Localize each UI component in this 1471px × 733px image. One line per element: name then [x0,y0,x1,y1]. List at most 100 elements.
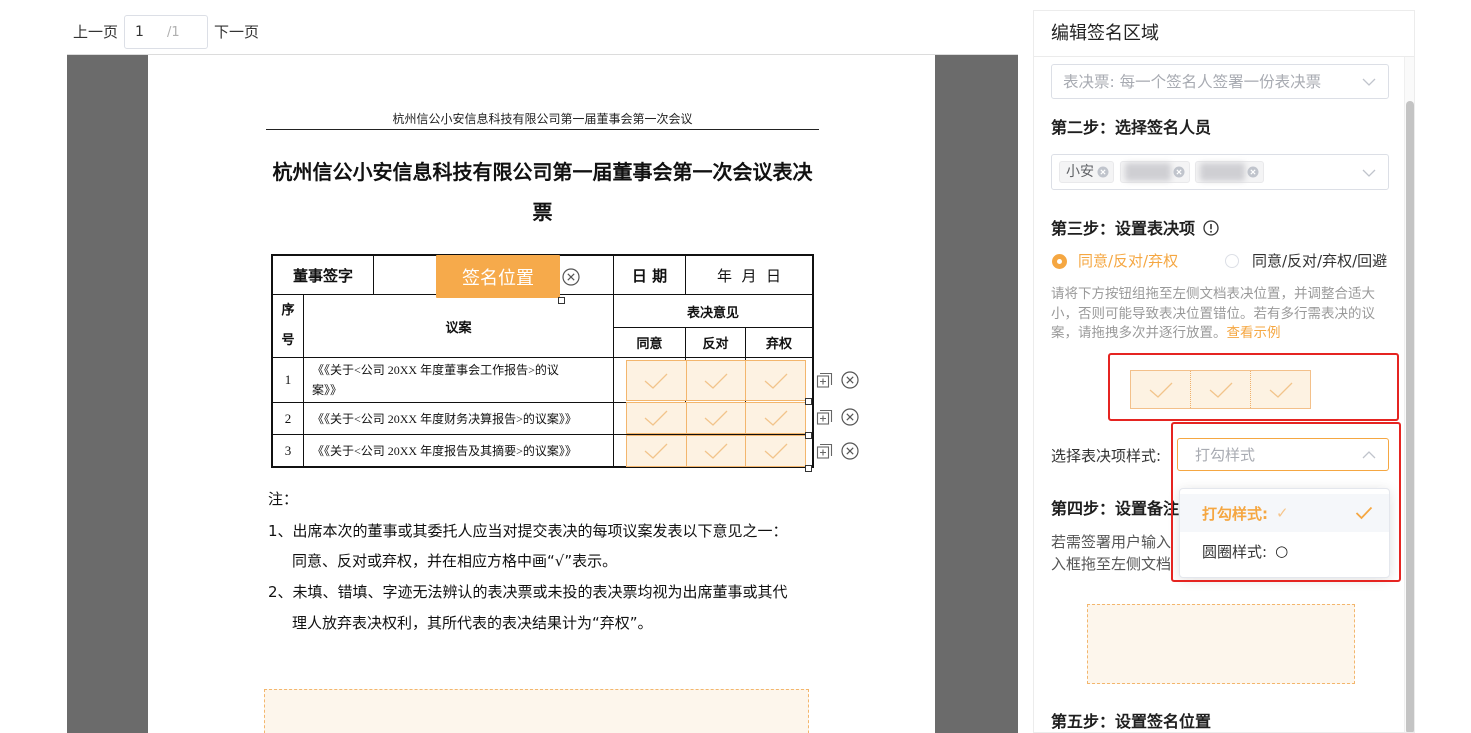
signer-tag-redacted [1120,161,1190,183]
abstain-header: 弃权 [765,337,792,352]
chevron-up-icon [1362,451,1376,459]
resize-handle[interactable] [805,432,812,439]
panel-title: 编辑签名区域 [1051,23,1159,44]
check-icon [704,410,728,426]
header-rule [266,129,819,130]
redacted-name [1125,163,1171,181]
vote-check-group[interactable] [626,402,806,434]
check-icon [644,373,668,389]
check-icon [644,443,668,459]
vote-style-select[interactable]: 打勾样式 [1177,438,1389,471]
style-option-symbol: ○ [1275,542,1289,560]
signature-position-box[interactable]: 签名位置 [436,255,560,298]
note-line: 理人放弃表决权利，其所代表的表决结果计为“弃权”。 [292,614,653,632]
row-number: 3 [284,442,292,458]
vote-style-placeholder: 打勾样式 [1195,446,1256,464]
date-value-cell: 年 月 日 [686,256,812,295]
step4-title: 第四步：设置备注 [1051,499,1180,518]
copy-add-icon[interactable] [816,372,833,393]
check-cell [1131,371,1191,408]
proposal-text: 《《关于<公司 20XX 年度报告及其摘要>的议案》》 [312,443,577,458]
check-icon [704,373,728,389]
proposal-text: 案》》 [312,383,343,397]
note-line: 同意、反对或弃权，并在相应方格中画“√”表示。 [292,552,618,570]
check-icon [644,410,668,426]
opinion-header: 表决意见 [686,305,739,321]
close-circle-icon[interactable] [841,442,859,464]
copy-add-icon[interactable] [816,443,833,464]
signature-position-label: 签名位置 [462,267,534,289]
style-option-check[interactable]: 打勾样式: ✓ [1180,494,1389,532]
signature-label: 董事签字 [292,266,353,285]
style-option-label: 打勾样式: [1202,504,1268,523]
resize-handle[interactable] [558,297,565,304]
remark-drag-box[interactable] [1087,604,1355,684]
edit-signature-panel: 编辑签名区域 表决票: 每一个签名人签署一份表决票 第二步：选择签名人员 小安 … [1033,10,1415,733]
note-line: 2、未填、错填、字迹无法辨认的表决票或未投的表决票均视为出席董事或其代 [268,583,788,601]
tag-close-icon[interactable] [1247,166,1259,178]
seq-header-char: 序 [281,303,295,318]
radio-selected[interactable] [1052,254,1067,269]
close-circle-icon[interactable] [841,371,859,393]
scrollbar-thumb[interactable] [1406,101,1414,732]
vote-check-group[interactable] [626,435,806,467]
remark-input-area[interactable] [264,689,809,733]
proposal-header-cell: 议案 [304,295,614,358]
close-circle-icon[interactable] [562,268,580,286]
ballot-mode-placeholder: 表决票: 每一个签名人签署一份表决票 [1063,73,1322,91]
resize-handle[interactable] [805,465,812,472]
opinion-header-cell: 表决意见 [614,295,812,328]
step3-help-line-last: 案，请拖拽多次并逐行放置。查看示例 [1051,323,1281,343]
date-label: 日 期 [631,266,668,285]
note-line: 1、出席本次的董事或其委托人应当对提交表决的每项议案发表以下意见之一： [268,522,788,540]
step3-title: 第三步：设置表决项 [1051,219,1196,238]
seq-header-cell: 序 号 [273,295,304,358]
signer-tag: 小安 [1059,161,1114,183]
close-circle-icon[interactable] [841,408,859,430]
step3-title-row: 第三步：设置表决项 [1051,218,1219,240]
check-cell [627,436,687,466]
check-icon [1269,382,1292,398]
step3-help-line: 小，否则可能导致表决位置错位。若有多行需表决的议 [1051,306,1375,322]
chevron-down-icon [1362,169,1376,177]
radio-unselected[interactable] [1225,254,1239,268]
copy-add-icon[interactable] [816,409,833,430]
document-title-line-1: 杭州信公小安信息科技有限公司第一届董事会第一次会议表决 [272,160,813,184]
oppose-header: 反对 [702,337,729,352]
proposal-text: 《《关于<公司 20XX 年度董事会工作报告>的议 [312,363,559,377]
viewer-toolbar: 上一页 /1 下一页 [67,10,1018,55]
step4-help-line: 入框拖至左侧文档 [1051,555,1172,573]
panel-divider [1034,56,1414,57]
vote-check-group[interactable] [626,360,806,401]
agree-header: 同意 [636,337,663,352]
step2-title: 第二步：选择签名人员 [1051,118,1212,137]
resize-handle[interactable] [805,398,812,405]
check-cell [1191,371,1251,408]
style-option-circle[interactable]: 圆圈样式: ○ [1180,532,1389,570]
step5-title: 第五步：设置签名位置 [1051,712,1212,731]
view-example-link[interactable]: 查看示例 [1227,325,1281,341]
row-number-cell: 3 [273,435,304,466]
signer-multi-select[interactable]: 小安 [1051,154,1389,190]
seq-header-char: 号 [281,333,295,348]
row-number: 2 [284,410,292,426]
prev-page-button[interactable]: 上一页 [73,22,118,42]
ballot-mode-select[interactable]: 表决票: 每一个签名人签署一份表决票 [1051,64,1389,99]
tag-close-icon[interactable] [1173,166,1185,178]
agree-header-cell: 同意 [614,328,686,358]
row-number-cell: 2 [273,403,304,435]
proposal-text: 《《关于<公司 20XX 年度财务决算报告>的议案》》 [312,411,577,426]
tag-close-icon[interactable] [1097,166,1109,178]
vote-option-label[interactable]: 同意/反对/弃权 [1078,251,1178,271]
page-number-input[interactable] [135,22,159,42]
style-option-label: 圆圈样式: [1202,542,1268,561]
vote-option-label[interactable]: 同意/反对/弃权/回避 [1252,251,1387,271]
next-page-button[interactable]: 下一页 [214,22,259,42]
chevron-down-icon [1362,78,1376,86]
check-cell [746,403,805,433]
info-icon[interactable] [1202,220,1219,236]
draggable-vote-widget[interactable] [1130,370,1311,409]
check-icon [704,443,728,459]
running-header: 杭州信公小安信息科技有限公司第一届董事会第一次会议 [392,112,693,126]
proposal-cell: 《《关于<公司 20XX 年度董事会工作报告>的议 案》》 [304,358,614,403]
